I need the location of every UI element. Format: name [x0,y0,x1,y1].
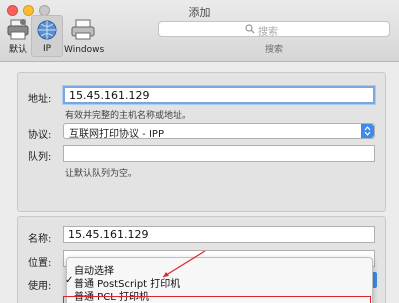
annotation-arrow-icon [162,250,206,278]
